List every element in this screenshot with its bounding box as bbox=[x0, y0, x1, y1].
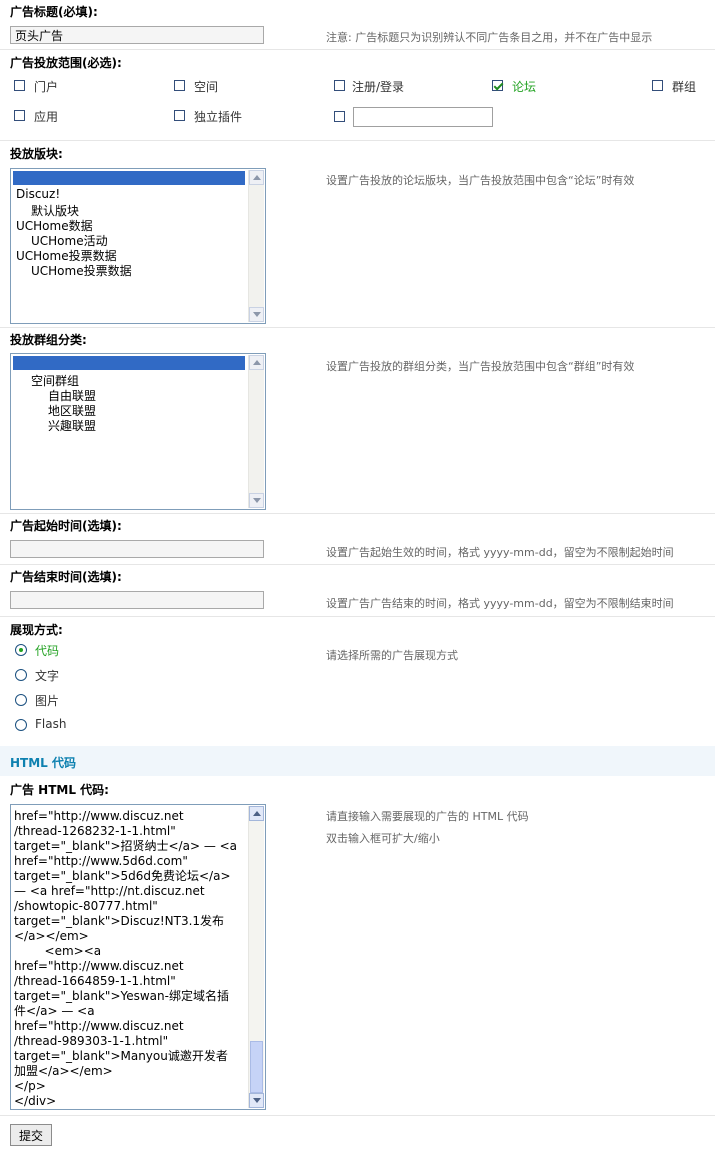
html-code-label: 广告 HTML 代码: bbox=[10, 783, 109, 797]
scope-app-checkbox[interactable] bbox=[14, 110, 25, 121]
display-text-label: 文字 bbox=[35, 669, 60, 683]
scroll-down-icon[interactable] bbox=[249, 493, 264, 508]
divider bbox=[0, 564, 715, 565]
scope-space-checkbox[interactable] bbox=[174, 80, 185, 91]
scope-app-label: 应用 bbox=[34, 110, 59, 124]
divider bbox=[0, 327, 715, 328]
display-code-radio[interactable] bbox=[15, 644, 27, 656]
scope-forum-checkbox[interactable] bbox=[492, 80, 503, 91]
html-code-content: href="http://www.discuz.net /thread-1268… bbox=[14, 809, 238, 1108]
ad-title-label: 广告标题(必填): bbox=[10, 5, 98, 19]
display-flash-label: Flash bbox=[35, 717, 67, 731]
group-category-select[interactable]: 空间群组 自由联盟 地区联盟 兴趣联盟 bbox=[10, 353, 266, 510]
scope-custom-checkbox[interactable] bbox=[334, 111, 345, 122]
scope-register-checkbox[interactable] bbox=[334, 80, 345, 91]
start-time-input[interactable] bbox=[10, 540, 264, 558]
start-time-label: 广告起始时间(选填): bbox=[10, 519, 122, 533]
scope-plugin-checkbox[interactable] bbox=[174, 110, 185, 121]
display-mode-tip: 请选择所需的广告展现方式 bbox=[326, 649, 458, 662]
scope-space-label: 空间 bbox=[194, 80, 219, 94]
scope-register-label: 注册/登录 bbox=[352, 80, 405, 94]
divider bbox=[0, 513, 715, 514]
scope-plugin-label: 独立插件 bbox=[194, 110, 243, 124]
scroll-up-icon[interactable] bbox=[249, 355, 264, 370]
divider bbox=[0, 140, 715, 141]
scrollbar-thumb[interactable] bbox=[250, 1041, 263, 1093]
forum-option[interactable]: UCHome投票数据 bbox=[31, 262, 132, 279]
html-section-title: HTML 代码 bbox=[10, 756, 76, 770]
scroll-up-icon[interactable] bbox=[249, 170, 264, 185]
scope-portal-checkbox[interactable] bbox=[14, 80, 25, 91]
display-code-label: 代码 bbox=[35, 644, 60, 658]
ad-scope-label: 广告投放范围(必选): bbox=[10, 56, 122, 70]
forum-block-select[interactable]: Discuz! 默认版块 UCHome数据 UCHome活动 UCHome投票数… bbox=[10, 168, 266, 324]
display-flash-radio[interactable] bbox=[15, 719, 27, 731]
selected-option-highlight bbox=[13, 356, 245, 370]
divider bbox=[0, 616, 715, 617]
scope-group-label: 群组 bbox=[672, 80, 697, 94]
html-code-tip: 请直接输入需要展现的广告的 HTML 代码 bbox=[326, 810, 529, 823]
scope-group-checkbox[interactable] bbox=[652, 80, 663, 91]
forum-block-label: 投放版块: bbox=[10, 147, 63, 161]
scroll-up-icon[interactable] bbox=[249, 806, 264, 821]
submit-button[interactable]: 提交 bbox=[10, 1124, 52, 1146]
scrollbar[interactable] bbox=[248, 170, 264, 322]
group-category-tip: 设置广告投放的群组分类，当广告投放范围中包含“群组”时有效 bbox=[326, 360, 635, 373]
display-image-label: 图片 bbox=[35, 694, 60, 708]
scope-custom-input[interactable] bbox=[353, 107, 493, 127]
start-time-tip: 设置广告起始生效的时间，格式 yyyy-mm-dd，留空为不限制起始时间 bbox=[326, 546, 674, 559]
scroll-down-icon[interactable] bbox=[249, 307, 264, 322]
scroll-down-icon[interactable] bbox=[249, 1093, 264, 1108]
display-text-radio[interactable] bbox=[15, 669, 27, 681]
ad-title-input[interactable]: 页头广告 bbox=[10, 26, 264, 44]
scrollbar[interactable] bbox=[248, 355, 264, 508]
scope-forum-label: 论坛 bbox=[512, 80, 537, 94]
divider bbox=[0, 1115, 715, 1116]
html-code-tip-resize: 双击输入框可扩大/缩小 bbox=[326, 832, 440, 845]
html-section-header: HTML 代码 bbox=[0, 746, 715, 776]
group-category-label: 投放群组分类: bbox=[10, 333, 87, 347]
scrollbar[interactable] bbox=[248, 806, 264, 1108]
ad-title-tip: 注意: 广告标题只为识别辨认不同广告条目之用，并不在广告中显示 bbox=[326, 31, 653, 44]
html-code-textarea[interactable]: href="http://www.discuz.net /thread-1268… bbox=[10, 804, 266, 1110]
end-time-tip: 设置广告广告结束的时间，格式 yyyy-mm-dd，留空为不限制结束时间 bbox=[326, 597, 674, 610]
end-time-input[interactable] bbox=[10, 591, 264, 609]
display-image-radio[interactable] bbox=[15, 694, 27, 706]
group-option[interactable]: 兴趣联盟 bbox=[48, 417, 96, 434]
forum-block-tip: 设置广告投放的论坛版块，当广告投放范围中包含“论坛”时有效 bbox=[326, 174, 635, 187]
display-mode-label: 展现方式: bbox=[10, 623, 63, 637]
end-time-label: 广告结束时间(选填): bbox=[10, 570, 122, 584]
divider bbox=[0, 49, 715, 50]
selected-option-highlight bbox=[13, 171, 245, 185]
forum-option[interactable]: Discuz! bbox=[16, 187, 60, 201]
scope-portal-label: 门户 bbox=[34, 80, 59, 94]
